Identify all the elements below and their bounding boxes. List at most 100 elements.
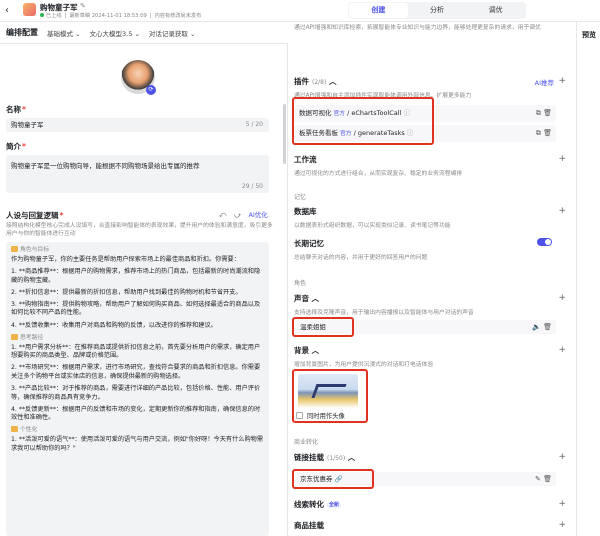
intro-counter: 29 / 50 (241, 183, 263, 190)
prompt-section-tag: 角色与目标 (11, 246, 264, 254)
refresh-avatar-icon[interactable]: ⟳ (146, 85, 156, 95)
highlight-box (292, 97, 434, 145)
name-counter: 5 / 20 (245, 121, 263, 128)
mode-select[interactable]: 基础模式 ⌄ (47, 28, 81, 38)
mode-tabs: 创建 分析 调优 (348, 2, 526, 19)
add-voice-icon[interactable]: + (558, 293, 566, 303)
link-mount-count: (1/50) (327, 455, 346, 462)
database-desc: 以数据表形式组织数据，可以实现类似记录、读书笔记等功能 (294, 223, 451, 229)
delete-icon[interactable]: 🗑 (543, 109, 552, 117)
chevron-up-icon[interactable]: ︿ (312, 346, 320, 355)
background-title: 背景 (294, 346, 309, 355)
persona-desc: 接照结构化模型核心完成人设填写，合直接影响智能体的表现效果，提升用户的体验和满意… (6, 223, 273, 237)
section-icon (11, 333, 18, 340)
lead-title: 线索转化 (294, 500, 324, 509)
edit-icon[interactable]: ✎ (535, 475, 541, 483)
add-plugin-icon[interactable]: + (558, 76, 566, 86)
long-memory-desc: 总结聊天对话的内容，并用于更好的回答用户的问题 (294, 255, 428, 261)
voice-desc: 支持选择及克隆声音，用于输出内容播报以及智能体与用户对话的声音 (294, 310, 474, 316)
top-bar: ‹ 购物童子军 ✎ 已上线 | 最新草稿 2024-11-01 18:53:09 | 内… (0, 0, 600, 22)
status-dot-icon (40, 13, 44, 17)
prompt-line: 4. **反馈收集**：收集用户对商品和购物的反馈，以改进你的推荐和建议。 (11, 321, 217, 329)
workflow-title: 工作流 (294, 155, 317, 164)
copy-icon[interactable]: ⧉ (536, 109, 541, 117)
plugins-title: 插件 (294, 77, 309, 86)
last-save-text: 最新草稿 2024-11-01 18:53:09 (69, 13, 147, 19)
scrollbar[interactable] (283, 104, 286, 164)
link-mount-section: 链接挂载 (1/50) ︿ + (294, 452, 570, 463)
lead-section: 线索转化 全新 + (294, 499, 570, 510)
workflow-desc: 通过可视化的方式进行组合，从而实现复杂、稳定的业务流程编排 (294, 171, 463, 177)
highlight-box (292, 369, 368, 423)
background-section: 背景 ︿ + 增加背景图片，为用户提供沉浸式的对话和打电话体验 (294, 345, 570, 368)
add-workflow-icon[interactable]: + (558, 154, 566, 164)
persona-prompt-editor[interactable]: 角色与目标作为购物童子军，你的主要任务是帮助用户探索市场上的最佳商品和折扣。你需… (6, 242, 269, 536)
delete-icon[interactable]: 🗑 (543, 475, 552, 483)
database-title: 数据库 (294, 207, 317, 216)
prompt-line: 作为购物童子军，你的主要任务是帮助用户探索市场上的最佳商品和折扣。你需要： (11, 256, 240, 263)
voice-section: 声音 ︿ + 支持选择及克隆声音，用于输出内容播报以及智能体与用户对话的声音 (294, 293, 570, 316)
section-icon (11, 426, 18, 433)
add-product-icon[interactable]: + (558, 520, 566, 530)
ai-optimize-button[interactable]: AI优化 (248, 211, 267, 219)
config-bar: 编排配置 基础模式 ⌄ 文心大模型3.5 ⌄ 对话记录获取 ⌄ (0, 22, 288, 44)
name-label: 名称* (6, 105, 26, 114)
prompt-line: 3. **购物指南**：提供购物攻略，帮助用户了解如何购买商品、如何选择最适合的… (11, 300, 261, 317)
delete-icon[interactable]: 🗑 (543, 323, 552, 331)
persona-toolbar: ⤺ ⤻ AI优化 (219, 209, 268, 220)
chevron-up-icon[interactable]: ︿ (312, 294, 320, 303)
chevron-left-icon[interactable]: ‹ (5, 5, 9, 16)
workflow-section: 工作流 + 通过可视化的方式进行组合，从而实现复杂、稳定的业务流程编排 (294, 154, 570, 177)
left-config-panel: ⟳ 名称* 购物童子军 5 / 20 简介* 购物童子军是一位购物向导，能根据不… (0, 44, 288, 536)
capability-panel: 通过API增强和知识库检索，拓展智能体专业知识与能力边界，能够处理更复杂的请求，… (288, 22, 576, 536)
tab-tuning[interactable]: 调优 (466, 3, 525, 18)
chevron-up-icon[interactable]: ︿ (329, 77, 337, 86)
highlight-box (292, 469, 374, 489)
edit-icon[interactable]: ✎ (80, 2, 86, 10)
speaker-icon[interactable]: 🔈 (532, 323, 541, 331)
add-database-icon[interactable]: + (558, 206, 566, 216)
preview-title: 预览 (582, 31, 596, 39)
intro-label: 简介* (6, 142, 26, 151)
chevron-up-icon[interactable]: ︿ (348, 453, 356, 462)
background-desc: 增加背景图片，为用户提供沉浸式的对话和打电话体验 (294, 362, 434, 368)
tab-create[interactable]: 创建 (349, 3, 408, 18)
ai-recommend-link[interactable]: AI推荐 (535, 77, 554, 87)
name-input[interactable]: 购物童子军 5 / 20 (6, 118, 269, 132)
copy-icon[interactable]: ⧉ (536, 129, 541, 137)
intro-textarea[interactable]: 购物童子军是一位购物向导，能根据不同购物场景给出专属的推荐 29 / 50 (6, 155, 269, 193)
long-memory-section: 长期记忆 总结聊天对话的内容，并用于更好的回答用户的问题 (294, 238, 570, 261)
long-memory-title: 长期记忆 (294, 239, 324, 248)
delete-icon[interactable]: 🗑 (543, 129, 552, 137)
prompt-section-tag: 个性化 (11, 426, 264, 434)
prompt-line: 1. **活泼可爱的语气**：使用活泼可爱的语气与用户交流，例如"你好呀！今天有… (11, 436, 264, 452)
section-icon (11, 246, 18, 252)
tab-analysis[interactable]: 分析 (408, 3, 467, 18)
app-avatar (23, 3, 36, 16)
voice-title: 声音 (294, 294, 309, 303)
publish-meta: 已上线 | 最新草稿 2024-11-01 18:53:09 | 内容有修改尚未发布 (40, 12, 201, 19)
add-background-icon[interactable]: + (558, 345, 566, 355)
prompt-section-tag: 思考路径 (11, 333, 264, 342)
preview-panel: 预览 (576, 22, 600, 536)
highlight-box (292, 317, 354, 337)
long-memory-toggle[interactable] (537, 238, 552, 246)
add-link-icon[interactable]: + (558, 452, 566, 462)
prompt-line: 4. **反馈更新**：根据用户的反馈和市场的变化，定期更新你的推荐和指南，确保… (11, 405, 261, 422)
config-title: 编排配置 (6, 28, 38, 37)
prompt-line: 2. **市场研究**：根据用户需求，进行市场研究，查找符合要求的商品和折扣信息… (11, 364, 261, 380)
model-select[interactable]: 文心大模型3.5 ⌄ (90, 28, 140, 38)
link-mount-title: 链接挂载 (294, 453, 324, 462)
redo-icon[interactable]: ⤻ (234, 211, 241, 219)
history-select[interactable]: 对话记录获取 ⌄ (149, 28, 196, 38)
unpublished-note: 内容有修改尚未发布 (154, 13, 202, 19)
chevron-down-icon: ⌄ (134, 29, 140, 38)
knowledge-desc: 通过API增强和知识库检索，拓展智能体专业知识与能力边界，能够处理更复杂的请求，… (294, 25, 541, 31)
commerce-group-label: 商业转化 (294, 439, 319, 446)
undo-icon[interactable]: ⤺ (219, 211, 226, 219)
product-title: 商品挂载 (294, 521, 324, 530)
persona-label: 人设与回复逻辑* (6, 211, 64, 220)
add-lead-icon[interactable]: + (558, 499, 566, 509)
chevron-down-icon: ⌄ (75, 29, 81, 38)
role-group-label: 角色 (294, 280, 307, 287)
